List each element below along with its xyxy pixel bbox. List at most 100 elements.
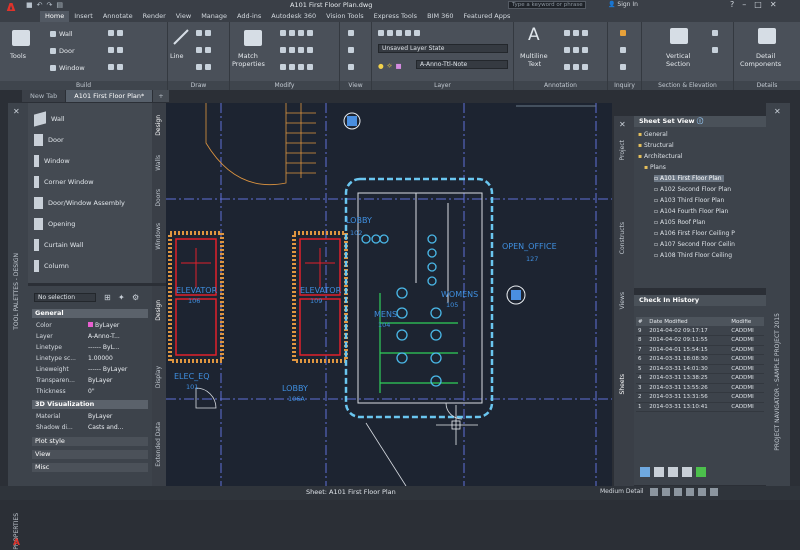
tab-annotate[interactable]: Annotate [98, 11, 138, 22]
tree-item[interactable]: ▫ A102 Second Floor Plan [654, 186, 731, 193]
vertical-section-icon[interactable] [670, 28, 688, 44]
tab-vision-tools[interactable]: Vision Tools [321, 11, 368, 22]
tools-icon[interactable] [12, 30, 30, 46]
detail-level-button[interactable]: Medium Detail [600, 488, 644, 495]
refresh-icon[interactable] [640, 467, 650, 477]
column-header[interactable]: Modifie [729, 317, 764, 326]
property-row[interactable]: Color ByLayer [36, 322, 148, 329]
close-icon[interactable]: ✕ [13, 107, 20, 116]
palette-item-door-window-assembly[interactable]: Door/Window Assembly [34, 197, 125, 209]
table-row[interactable]: 2 2014-03-31 13:31:56 CADDMI [636, 392, 764, 403]
tree-item[interactable]: ▫ A105 Roof Plan [654, 219, 706, 226]
save-icon[interactable]: ■ [26, 1, 33, 9]
tab-bim-360[interactable]: BIM 360 [422, 11, 458, 22]
property-row[interactable]: Thickness 0" [36, 388, 148, 395]
undo-icon[interactable]: ↶ [37, 1, 43, 9]
sync-icon[interactable] [696, 467, 706, 477]
palette-item-column[interactable]: Column [34, 260, 69, 272]
modify-tool-3[interactable] [280, 64, 313, 70]
property-row[interactable]: Material ByLayer [36, 413, 148, 420]
palette-item-corner-window[interactable]: Corner Window [34, 176, 94, 188]
view-tool-3[interactable] [348, 64, 354, 70]
annotation-scale-icon[interactable] [650, 488, 658, 496]
property-row[interactable]: Shadow di... Casts and... [36, 424, 148, 431]
hardware-accel-icon[interactable] [686, 488, 694, 496]
tab-design[interactable]: Design [155, 115, 162, 136]
current-layer-dropdown[interactable]: A-Anno-Ttl-Note [416, 60, 508, 69]
close-icon[interactable]: ✕ [619, 120, 626, 129]
build-tool-3[interactable] [108, 64, 123, 70]
table-row[interactable]: 9 2014-04-02 09:17:17 CADDMI [636, 326, 764, 336]
draw-tool-1[interactable] [196, 30, 211, 36]
view-tool-2[interactable] [348, 47, 354, 53]
window-button[interactable]: Window [50, 64, 85, 72]
maximize-icon[interactable]: □ [754, 0, 762, 9]
annotation-tool-2[interactable] [564, 47, 588, 53]
clean-screen-icon[interactable] [698, 488, 706, 496]
workspace-icon[interactable] [662, 488, 670, 496]
tab-a101-first-floor-plan[interactable]: A101 First Floor Plan* [66, 90, 153, 102]
inquiry-tool-2[interactable] [620, 47, 626, 53]
wall-button[interactable]: Wall [50, 30, 73, 38]
palette-item-window[interactable]: Window [34, 155, 70, 167]
select-objects-icon[interactable]: ✦ [118, 293, 125, 302]
tree-item[interactable]: ▫ A108 Third Floor Ceiling [654, 252, 732, 259]
tree-item[interactable]: ▫ A104 Fourth Floor Plan [654, 208, 728, 215]
tab-views[interactable]: Views [619, 292, 626, 309]
annotation-tool-3[interactable] [564, 64, 588, 70]
line-icon[interactable] [172, 28, 190, 46]
close-icon[interactable]: ✕ [774, 107, 781, 116]
palette-item-door[interactable]: Door [34, 134, 64, 146]
table-row[interactable]: 6 2014-03-31 18:08:30 CADDMI [636, 354, 764, 365]
modify-tool-1[interactable] [280, 30, 313, 36]
build-tool-1[interactable] [108, 30, 123, 36]
layer-tool-1[interactable] [378, 30, 420, 36]
section-tool-2[interactable] [712, 47, 718, 53]
tree-item[interactable]: ▪ Plans [644, 164, 666, 171]
tab-autodesk-360[interactable]: Autodesk 360 [266, 11, 321, 22]
tab-display[interactable]: Display [155, 366, 162, 388]
build-tool-2[interactable] [108, 47, 123, 53]
property-row[interactable]: Transparen... ByLayer [36, 377, 148, 384]
quick-select-icon[interactable]: ⊞ [104, 293, 111, 302]
section-tool-1[interactable] [712, 30, 718, 36]
annotation-tool-1[interactable] [564, 30, 588, 36]
tab-insert[interactable]: Insert [69, 11, 98, 22]
selection-dropdown[interactable]: No selection [34, 293, 96, 302]
add-tab-button[interactable]: + [153, 90, 169, 102]
table-row[interactable]: 7 2014-04-01 15:54:15 CADDMI [636, 345, 764, 355]
multiline-text-icon[interactable]: A [528, 25, 540, 45]
misc-section-header[interactable]: Misc [32, 463, 148, 472]
tab-project[interactable]: Project [619, 140, 626, 161]
layer-state-dropdown[interactable]: Unsaved Layer State [378, 44, 508, 53]
tab-featured-apps[interactable]: Featured Apps [459, 11, 516, 22]
match-properties-icon[interactable] [244, 30, 262, 46]
property-row[interactable]: Linetype sc... 1.00000 [36, 355, 148, 362]
customize-icon[interactable] [710, 488, 718, 496]
tree-item[interactable]: ▫ A106 First Floor Ceiling P [654, 230, 735, 237]
tab-home[interactable]: Home [40, 11, 70, 22]
tree-item[interactable]: ▫ A103 Third Floor Plan [654, 197, 724, 204]
sign-in-button[interactable]: 👤 Sign In [608, 1, 638, 8]
tab-render[interactable]: Render [138, 11, 171, 22]
tab-doors[interactable]: Doors [155, 189, 162, 207]
draw-tool-3[interactable] [196, 64, 211, 70]
3d-visualization-section-header[interactable]: 3D Visualization [32, 400, 148, 409]
tree-item-selected[interactable]: ▫ A101 First Floor Plan [654, 175, 724, 182]
view-tool-1[interactable] [348, 30, 354, 36]
tree-item[interactable]: ▪ Architectural [638, 153, 683, 160]
modify-tool-2[interactable] [280, 47, 313, 53]
general-section-header[interactable]: General [32, 309, 148, 318]
tree-item[interactable]: ▪ General [638, 131, 668, 138]
property-row[interactable]: Linetype ------ ByL... [36, 344, 148, 351]
inquiry-tool-1[interactable] [620, 30, 626, 36]
property-row[interactable]: Layer A-Anno-T... [36, 333, 148, 340]
column-header[interactable]: Date Modified [647, 317, 730, 326]
toggle-pickadd-icon[interactable]: ⚙ [132, 293, 139, 302]
minimize-icon[interactable]: – [742, 0, 746, 9]
search-input[interactable]: Type a keyword or phrase [508, 1, 586, 9]
table-row[interactable]: 1 2014-03-31 13:10:41 CADDMI [636, 402, 764, 412]
detail-components-icon[interactable] [758, 28, 776, 44]
table-row[interactable]: 8 2014-04-02 09:11:55 CADDMI [636, 335, 764, 346]
tab-view[interactable]: View [171, 11, 196, 22]
